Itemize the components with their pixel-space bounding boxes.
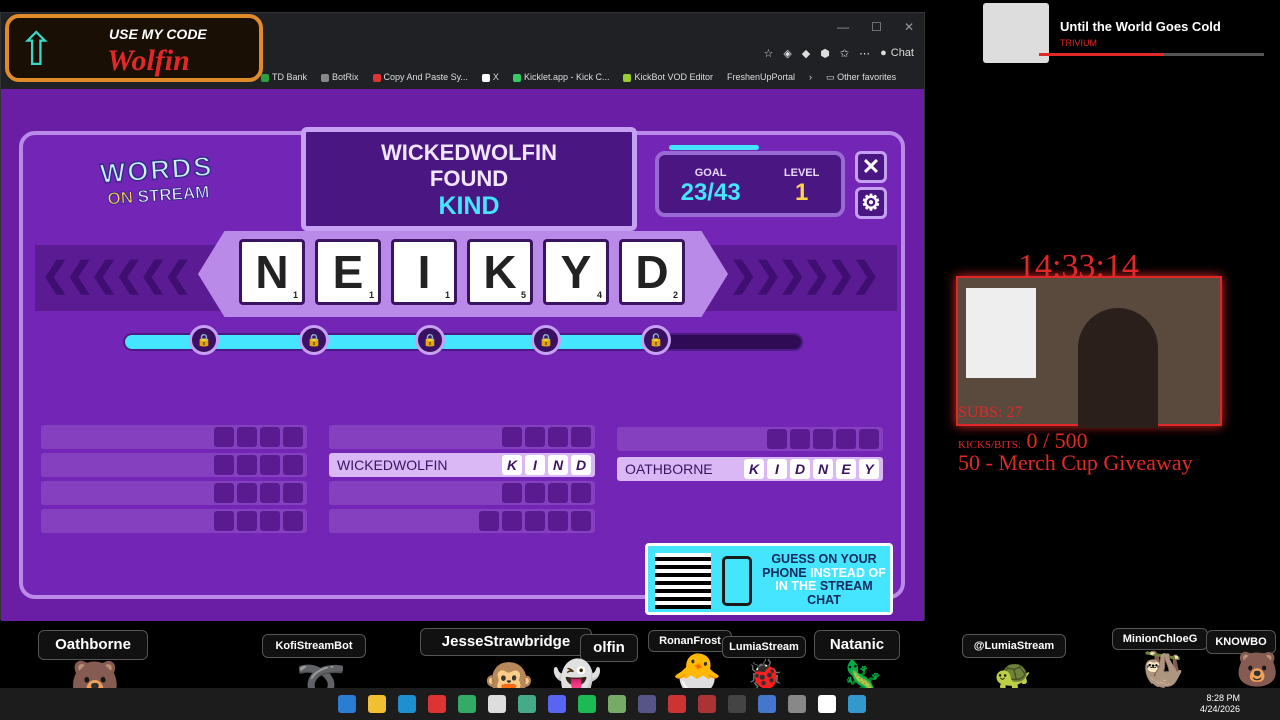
close-window-icon[interactable]: ✕ <box>904 20 914 34</box>
goal-level-panel: GOAL 23/43 LEVEL 1 <box>655 145 845 217</box>
merch-goal: 50 - Merch Cup Giveaway <box>958 450 1193 475</box>
chevrons-right-decoration: ❯❯❯❯❯❯ <box>729 256 880 294</box>
words-on-stream-game: WORDS ON STREAM WICKEDWOLFIN FOUND KIND … <box>1 89 924 621</box>
bookmark-item[interactable]: BotRix <box>321 72 359 82</box>
phone-icon <box>722 556 752 606</box>
song-progress-bar <box>1039 53 1164 56</box>
found-word-row: OATHBORNE KIDNEY <box>617 457 883 481</box>
word-slot-row <box>41 453 307 477</box>
app-icon[interactable] <box>698 695 716 713</box>
words-on-stream-logo: WORDS ON STREAM <box>98 150 215 209</box>
bookmark-item[interactable]: KickBot VOD Editor <box>623 72 713 82</box>
chevron-right-icon[interactable]: › <box>809 72 812 82</box>
app-icon[interactable] <box>788 695 806 713</box>
word-slot-row <box>329 481 595 505</box>
lock-icon: 🔒 <box>299 325 329 355</box>
maximize-icon[interactable]: ☐ <box>871 20 882 34</box>
app-icon[interactable] <box>638 695 656 713</box>
unlock-icon: 🔓 <box>641 325 671 355</box>
taskbar-apps <box>338 695 866 713</box>
chatter-name: @LumiaStream <box>962 634 1066 658</box>
goal-value: 23/43 <box>680 179 741 206</box>
minimize-icon[interactable]: — <box>837 20 849 34</box>
chatter-name: LumiaStream <box>722 636 806 658</box>
arrow-logo-icon: ⇧ <box>17 23 56 75</box>
lock-icon: 🔒 <box>415 325 445 355</box>
file-explorer-icon[interactable] <box>368 695 386 713</box>
letter-tile[interactable]: I1 <box>391 239 457 305</box>
now-playing-widget: Until the World Goes Cold TRIVIUM <box>983 3 1273 65</box>
app-icon[interactable] <box>728 695 746 713</box>
extension-icon[interactable]: ◆ <box>802 47 810 60</box>
browser-window: — ☐ ✕ ☆ ◈ ◆ ⬢ ✩ ⋯ ● Chat TD Bank BotRix C… <box>0 12 925 621</box>
notepad-icon[interactable] <box>848 695 866 713</box>
windows-taskbar: 8:28 PM 4/24/2026 <box>0 688 1280 720</box>
spotify-icon[interactable] <box>578 695 596 713</box>
windows-start-icon[interactable] <box>338 695 356 713</box>
bear-icon: 🐻 <box>1236 651 1279 689</box>
app-icon[interactable] <box>488 695 506 713</box>
vivaldi-icon[interactable] <box>428 695 446 713</box>
word-slot-row <box>329 509 595 533</box>
app-icon[interactable] <box>518 695 536 713</box>
lock-icon: 🔒 <box>531 325 561 355</box>
app-icon[interactable] <box>668 695 686 713</box>
extension-icon[interactable]: ◈ <box>783 47 791 60</box>
close-icon[interactable]: ✕ <box>855 151 887 183</box>
lock-icon: 🔒 <box>189 325 219 355</box>
chatter-name: JesseStrawbridge <box>420 628 592 656</box>
copilot-chat-button[interactable]: ● Chat <box>880 47 914 59</box>
app-icon[interactable] <box>458 695 476 713</box>
letter-tile[interactable]: K5 <box>467 239 533 305</box>
level-value: 1 <box>794 179 809 206</box>
chatter-name: RonanFrost <box>648 630 732 652</box>
copilot-icon: ● <box>880 47 887 59</box>
word-slot-row <box>41 509 307 533</box>
bookmarks-bar: TD Bank BotRix Copy And Paste Sy... X Ki… <box>261 67 924 87</box>
bookmark-item[interactable]: TD Bank <box>261 72 307 82</box>
app-icon[interactable] <box>608 695 626 713</box>
favorites-icon[interactable]: ✩ <box>840 47 849 60</box>
word-slot-row <box>41 425 307 449</box>
bookmark-item[interactable]: Kicklet.app - Kick C... <box>512 72 609 82</box>
system-clock[interactable]: 8:28 PM 4/24/2026 <box>1200 693 1240 715</box>
bookmark-item[interactable]: X <box>481 72 499 82</box>
found-announcement: WICKEDWOLFIN FOUND KIND <box>301 127 637 231</box>
phone-guess-promo[interactable]: GUESS ON YOUR PHONE INSTEAD OF IN THE ST… <box>645 543 893 615</box>
word-slot-row <box>329 425 595 449</box>
letter-tile[interactable]: D2 <box>619 239 685 305</box>
chatter-name: Oathborne <box>38 630 148 660</box>
creator-code-banner: ⇧ USE MY CODE Wolfin <box>5 14 263 82</box>
gear-icon[interactable]: ⚙ <box>855 187 887 219</box>
word-progress-bar <box>123 333 803 351</box>
folder-icon: ▭ <box>826 71 838 82</box>
more-menu-icon[interactable]: ⋯ <box>859 47 870 60</box>
letter-tile[interactable]: E1 <box>315 239 381 305</box>
extensions-puzzle-icon[interactable]: ⬢ <box>820 47 830 60</box>
favorite-star-icon[interactable]: ☆ <box>763 47 773 60</box>
found-word-row: WICKEDWOLFIN KIND <box>329 453 595 477</box>
letter-tile[interactable]: Y4 <box>543 239 609 305</box>
app-icon[interactable] <box>818 695 836 713</box>
other-favorites-folder[interactable]: ▭ Other favorites <box>826 72 896 83</box>
chevrons-left-decoration: ❮❮❮❮❮❮ <box>41 256 192 294</box>
goal-progress-bar <box>669 145 760 150</box>
word-slot-row <box>41 481 307 505</box>
word-slot-row <box>617 427 883 451</box>
letter-tiles: N1 E1 I1 K5 Y4 D2 <box>239 239 685 305</box>
edge-icon[interactable] <box>398 695 416 713</box>
chatter-name: MinionChloeG <box>1112 628 1208 650</box>
game-board: WORDS ON STREAM WICKEDWOLFIN FOUND KIND … <box>19 127 905 615</box>
sloth-icon: 🦥 <box>1142 651 1185 689</box>
subs-counter: SUBS: 27 <box>958 404 1023 421</box>
app-icon[interactable] <box>758 695 776 713</box>
chatter-avatars: Oathborne 🐻 KofiStreamBot ➰ JesseStrawbr… <box>0 628 1280 704</box>
chatter-name: Natanic <box>814 630 900 660</box>
letter-tile[interactable]: N1 <box>239 239 305 305</box>
chatter-name: KofiStreamBot <box>262 634 366 658</box>
bookmark-item[interactable]: Copy And Paste Sy... <box>372 72 468 82</box>
bookmark-item[interactable]: FreshenUpPortal <box>727 72 795 82</box>
qr-code[interactable] <box>655 553 711 609</box>
discord-icon[interactable] <box>548 695 566 713</box>
